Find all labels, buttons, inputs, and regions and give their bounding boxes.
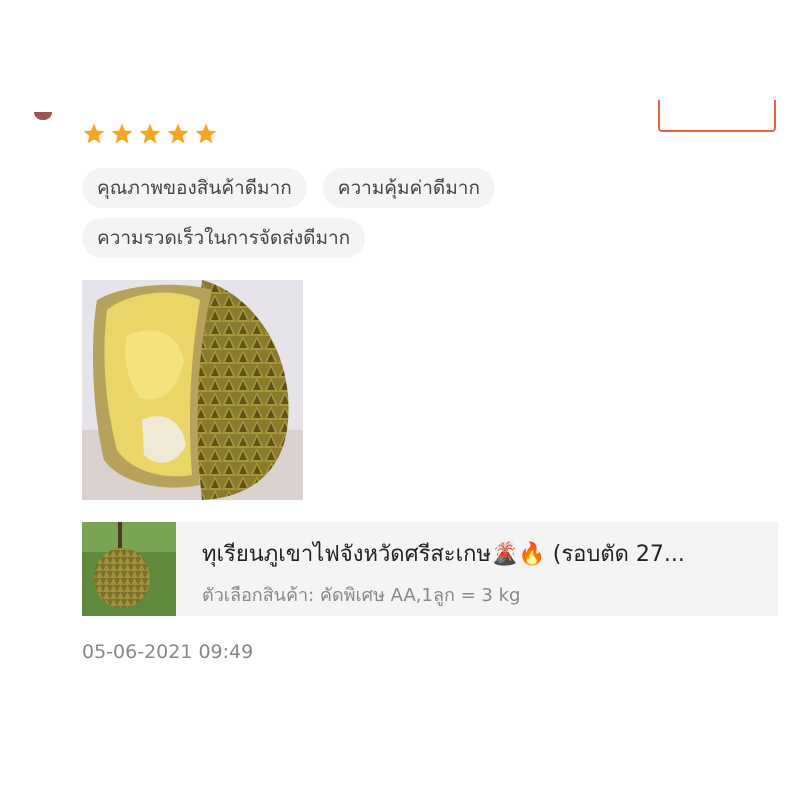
star-icon — [167, 123, 189, 144]
star-icon — [83, 123, 105, 144]
product-thumbnail — [82, 522, 176, 616]
review-tag: ความรวดเร็วในการจัดส่งดีมาก — [82, 218, 366, 258]
star-rating — [82, 122, 218, 146]
durian-thumbnail — [82, 522, 176, 616]
star-icon — [139, 123, 161, 144]
avatar — [34, 112, 52, 120]
product-card[interactable]: ทุเรียนภูเขาไฟจังหวัดศรีสะเกษ🌋🔥 (รอบตัด … — [82, 522, 778, 616]
review-tags: คุณภาพของสินค้าดีมาก ความคุ้มค่าดีมาก คว… — [82, 168, 552, 258]
durian-photo — [82, 280, 303, 500]
review-timestamp: 05-06-2021 09:49 — [82, 641, 254, 663]
product-name[interactable]: ทุเรียนภูเขาไฟจังหวัดศรีสะเกษ🌋🔥 (รอบตัด … — [202, 536, 762, 571]
star-icon — [111, 123, 133, 144]
review-action-button[interactable] — [658, 100, 776, 132]
product-variant: ตัวเลือกสินค้า: คัดพิเศษ AA,1ลูก = 3 kg — [202, 585, 521, 606]
review-tag: คุณภาพของสินค้าดีมาก — [82, 168, 307, 208]
review-tag: ความคุ้มค่าดีมาก — [322, 168, 495, 208]
review-photo[interactable] — [82, 280, 303, 500]
star-icon — [195, 123, 217, 144]
